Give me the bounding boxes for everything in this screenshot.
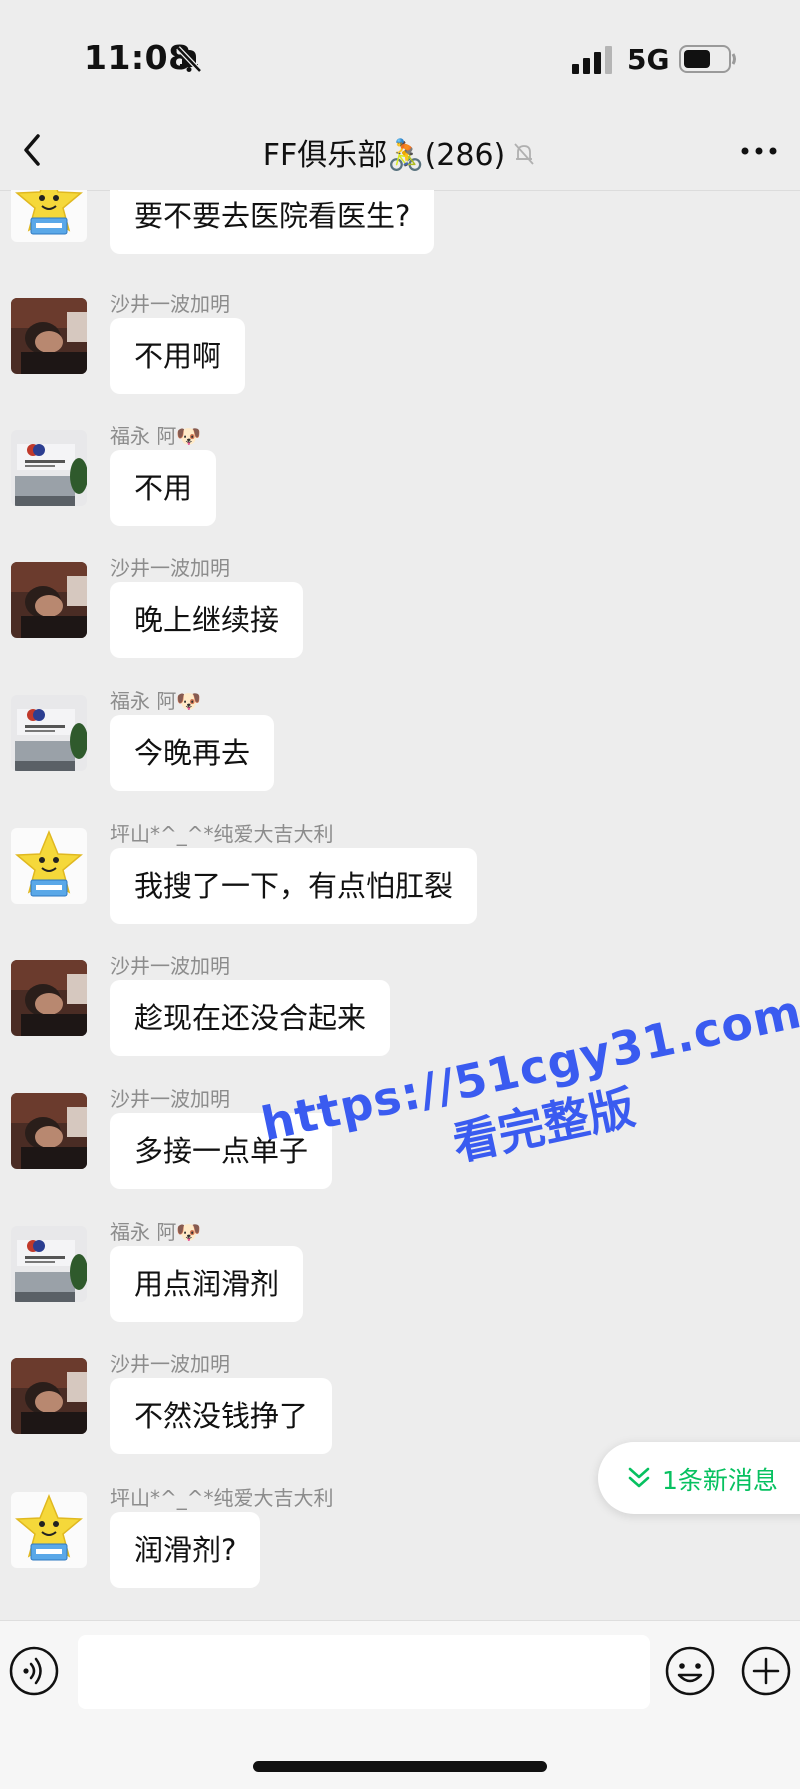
sender-name: 沙井一波加明 (110, 556, 230, 580)
network-type: 5G (627, 43, 670, 76)
message-input[interactable] (78, 1635, 650, 1709)
message-bubble[interactable]: 趁现在还没合起来 (110, 980, 391, 1056)
member-count: (286) (424, 138, 506, 173)
sender-name: 福永 阿🐶 (110, 689, 202, 713)
avatar[interactable] (11, 298, 87, 374)
emoji-icon[interactable] (664, 1645, 716, 1697)
plus-icon[interactable] (740, 1645, 792, 1697)
battery-icon (679, 45, 736, 73)
new-messages-button[interactable]: 1条新消息 (598, 1442, 800, 1514)
double-chevron-down-icon (628, 1467, 650, 1488)
avatar[interactable] (11, 695, 87, 771)
message-bubble[interactable]: 润滑剂? (110, 1512, 261, 1588)
message-bubble[interactable]: 我搜了一下，有点怕肛裂 (110, 848, 478, 924)
home-indicator (253, 1761, 547, 1772)
more-options-icon[interactable] (738, 136, 780, 166)
message-list[interactable]: 要不要去医院看医生? 沙井一波加明 不用啊 福永 阿🐶 不用 沙井一波加明 晚上… (0, 190, 800, 1620)
avatar[interactable] (11, 828, 87, 904)
avatar[interactable] (11, 1093, 87, 1169)
message-bubble[interactable]: 不然没钱挣了 (110, 1378, 333, 1454)
avatar[interactable] (11, 190, 87, 242)
message-bubble[interactable]: 要不要去医院看医生? (110, 190, 435, 254)
sender-name: 沙井一波加明 (110, 292, 230, 316)
chat-header: FF俱乐部🚴(286) (0, 110, 800, 191)
sender-name: 坪山*^_^*纯爱大吉大利 (110, 1486, 334, 1510)
message-bubble[interactable]: 不用 (110, 450, 217, 526)
message-bubble[interactable]: 今晚再去 (110, 715, 275, 791)
sender-name: 坪山*^_^*纯爱大吉大利 (110, 822, 334, 846)
avatar[interactable] (11, 430, 87, 506)
avatar[interactable] (11, 562, 87, 638)
sender-name: 沙井一波加明 (110, 954, 230, 978)
status-bar: 11:08 5G (0, 0, 800, 110)
avatar[interactable] (11, 1226, 87, 1302)
voice-icon[interactable] (8, 1645, 60, 1697)
message-bubble[interactable]: 晚上继续接 (110, 582, 304, 658)
cyclist-emoji: 🚴 (387, 138, 425, 173)
bell-off-icon (176, 46, 202, 73)
mute-icon (514, 143, 534, 165)
chat-title[interactable]: FF俱乐部🚴(286) (0, 130, 800, 174)
sender-name: 沙井一波加明 (110, 1087, 230, 1111)
signal-icon (572, 46, 612, 74)
avatar[interactable] (11, 960, 87, 1036)
avatar[interactable] (11, 1358, 87, 1434)
message-bubble[interactable]: 用点润滑剂 (110, 1246, 304, 1322)
group-name: FF俱乐部 (262, 138, 388, 173)
avatar[interactable] (11, 1492, 87, 1568)
message-bubble[interactable]: 不用啊 (110, 318, 246, 394)
sender-name: 沙井一波加明 (110, 1352, 230, 1376)
sender-name: 福永 阿🐶 (110, 1220, 202, 1244)
new-messages-label: 1条新消息 (662, 1466, 778, 1495)
sender-name: 福永 阿🐶 (110, 424, 202, 448)
